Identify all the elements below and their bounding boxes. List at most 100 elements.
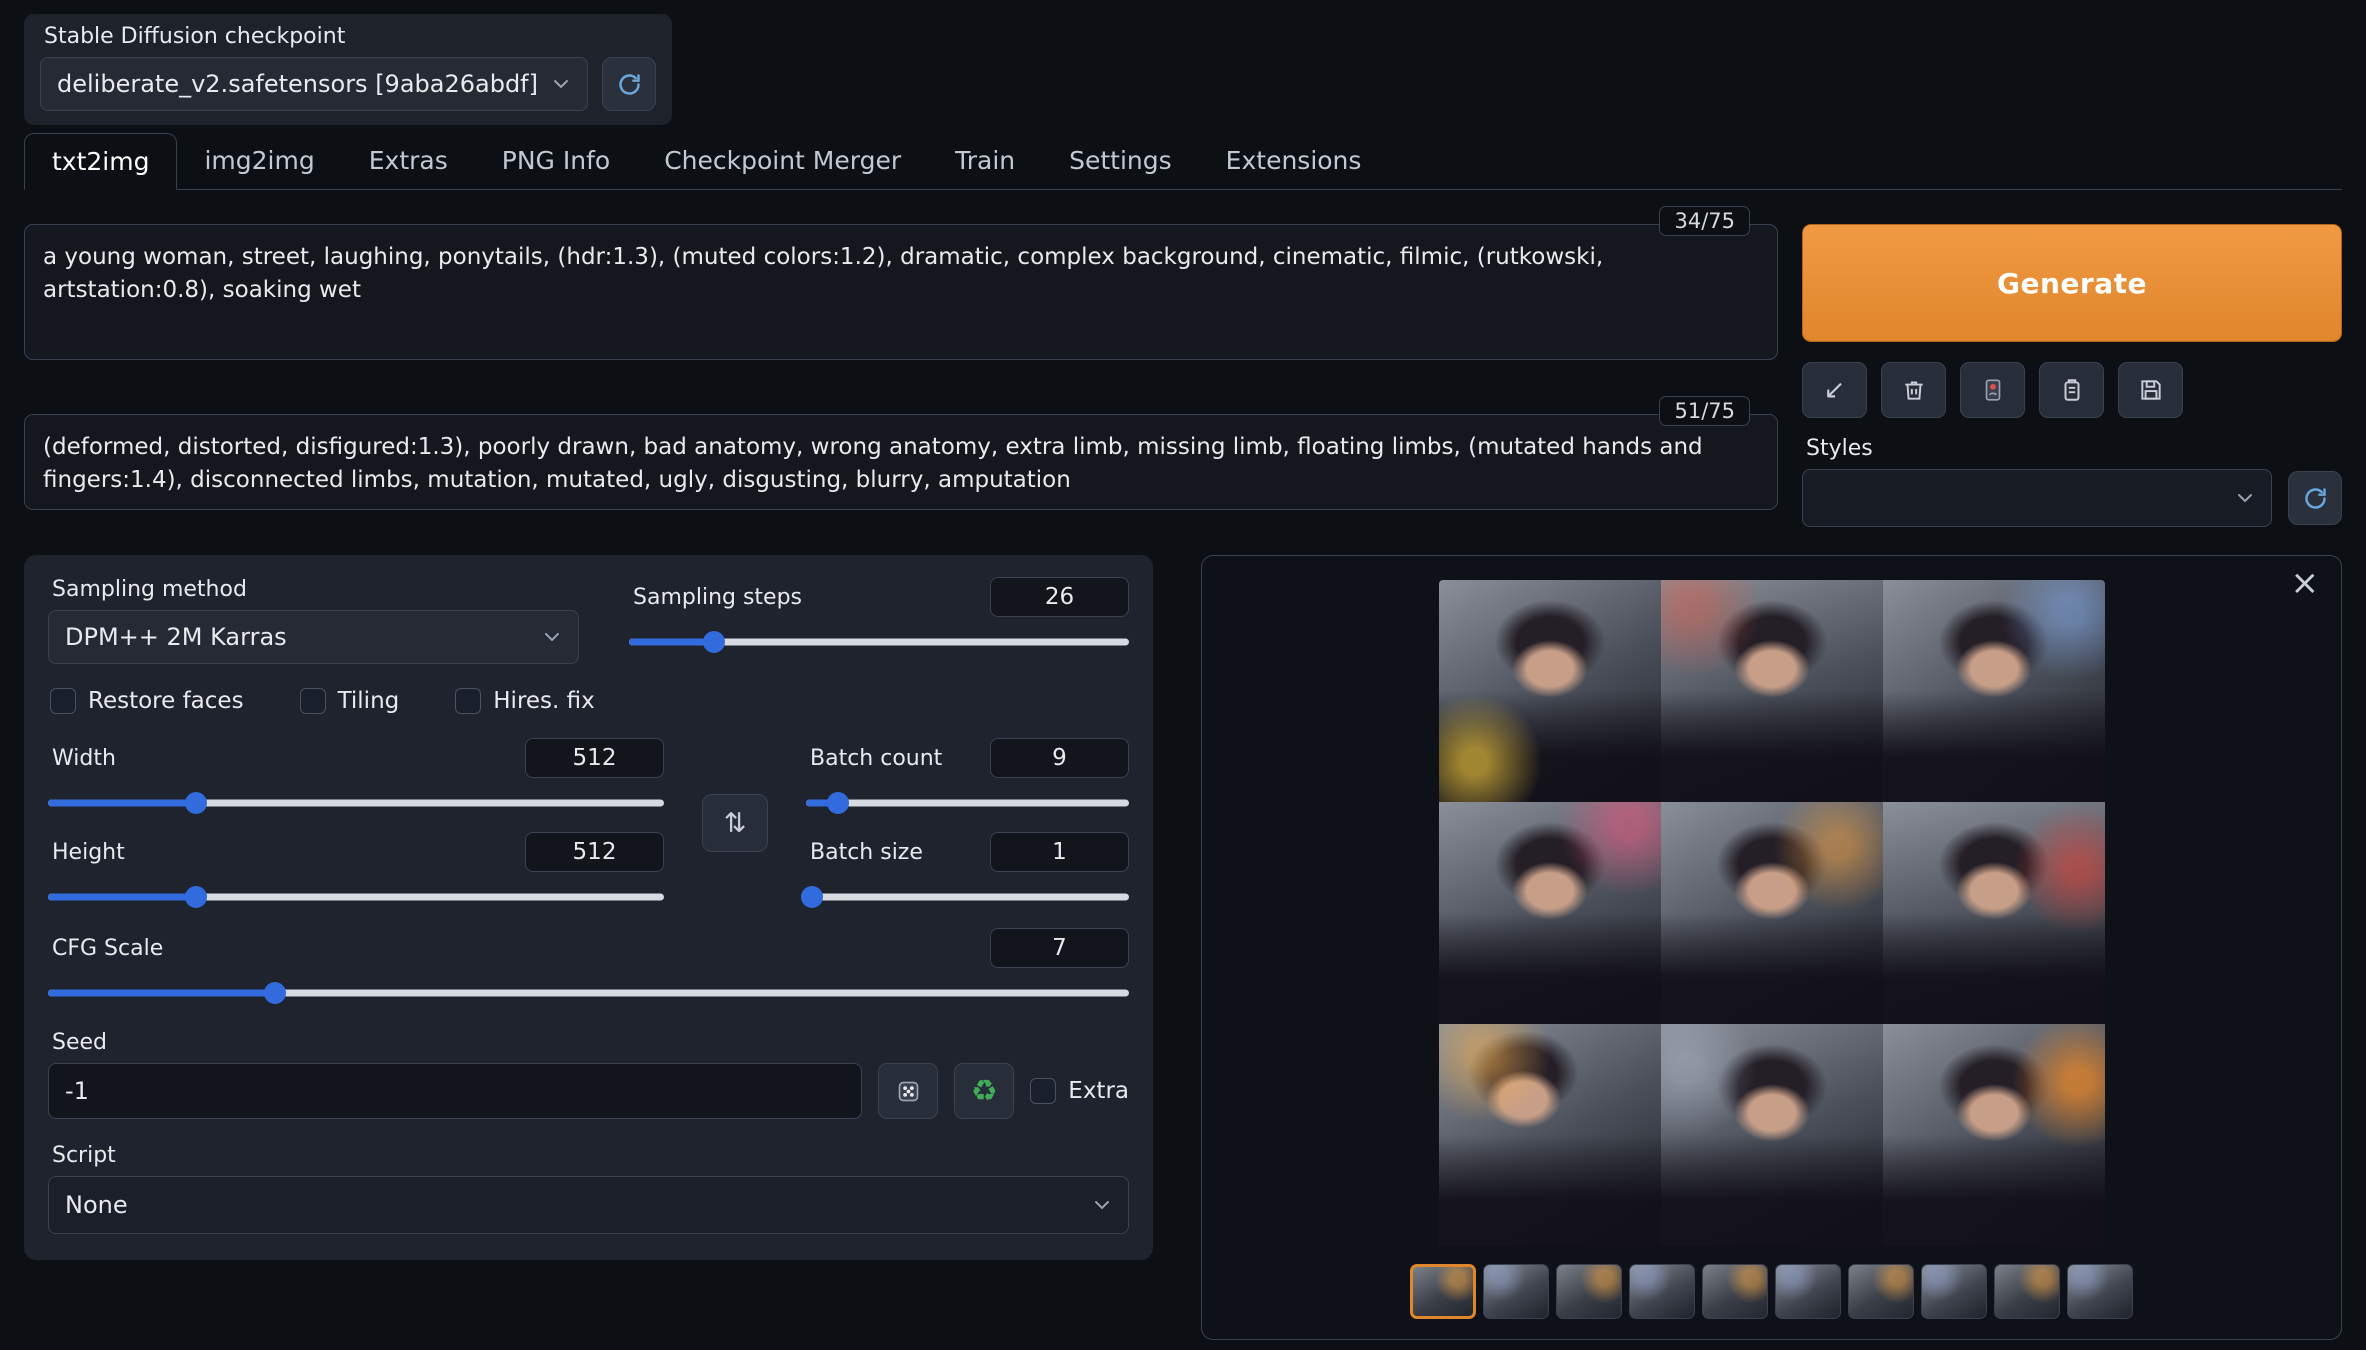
extra-seed-checkbox[interactable]: Extra xyxy=(1030,1078,1129,1104)
checkbox-icon xyxy=(1030,1078,1056,1104)
cfg-scale-input[interactable] xyxy=(990,928,1129,968)
gallery-thumbnail[interactable] xyxy=(1702,1264,1768,1319)
gallery-thumbnail[interactable] xyxy=(1629,1264,1695,1319)
tab-checkpoint-merger[interactable]: Checkpoint Merger xyxy=(637,133,928,189)
random-seed-button[interactable] xyxy=(878,1063,938,1119)
sampling-steps-label: Sampling steps xyxy=(633,585,802,610)
checkpoint-refresh-button[interactable] xyxy=(602,57,656,111)
gallery-thumbnail[interactable] xyxy=(1848,1264,1914,1319)
gallery-cell[interactable] xyxy=(1883,580,2105,802)
hires-fix-label: Hires. fix xyxy=(493,688,595,714)
cfg-scale-slider[interactable] xyxy=(48,982,1129,1004)
tiling-checkbox[interactable]: Tiling xyxy=(300,688,400,714)
save-style-button[interactable] xyxy=(2118,362,2183,418)
gallery-cell[interactable] xyxy=(1439,580,1661,802)
script-label: Script xyxy=(52,1143,1129,1168)
gallery-thumbnail[interactable] xyxy=(1410,1264,1476,1319)
width-label: Width xyxy=(52,746,116,771)
negative-token-counter: 51/75 xyxy=(1659,396,1750,426)
trash-icon xyxy=(1901,377,1927,403)
sampling-steps-input[interactable] xyxy=(990,577,1129,617)
sampling-method-value: DPM++ 2M Karras xyxy=(65,623,287,651)
gallery-thumbnail[interactable] xyxy=(2067,1264,2133,1319)
script-value: None xyxy=(65,1191,128,1219)
batch-size-input[interactable] xyxy=(990,832,1129,872)
gallery-cell[interactable] xyxy=(1883,1024,2105,1246)
chevron-down-icon xyxy=(1090,1193,1114,1217)
tiling-label: Tiling xyxy=(338,688,400,714)
arrow-down-left-icon: ↙ xyxy=(1824,375,1846,405)
checkpoint-dropdown[interactable]: deliberate_v2.safetensors [9aba26abdf] xyxy=(40,57,588,111)
tab-png-info[interactable]: PNG Info xyxy=(475,133,637,189)
checkbox-icon xyxy=(300,688,326,714)
batch-count-input[interactable] xyxy=(990,738,1129,778)
apply-styles-button[interactable] xyxy=(2039,362,2104,418)
width-slider[interactable] xyxy=(48,792,664,814)
restore-faces-checkbox[interactable]: Restore faces xyxy=(50,688,244,714)
extra-networks-button[interactable] xyxy=(1960,362,2025,418)
styles-refresh-button[interactable] xyxy=(2288,471,2342,525)
refresh-icon xyxy=(2302,485,2329,512)
script-dropdown[interactable]: None xyxy=(48,1176,1129,1234)
tab-txt2img[interactable]: txt2img xyxy=(24,133,177,190)
refresh-icon xyxy=(616,71,643,98)
gallery-thumbnail[interactable] xyxy=(1483,1264,1549,1319)
extra-label: Extra xyxy=(1068,1078,1129,1104)
gallery-thumbnail[interactable] xyxy=(1556,1264,1622,1319)
dice-icon xyxy=(895,1078,922,1105)
prompt-token-counter: 34/75 xyxy=(1659,206,1750,236)
output-gallery-panel: × xyxy=(1201,555,2342,1340)
gallery-thumbnail-strip xyxy=(1202,1264,2341,1319)
paste-params-button[interactable]: ↙ xyxy=(1802,362,1867,418)
recycle-icon: ♻ xyxy=(971,1074,998,1109)
floppy-icon xyxy=(2138,377,2164,403)
sampling-method-dropdown[interactable]: DPM++ 2M Karras xyxy=(48,610,579,664)
chevron-down-icon xyxy=(540,625,564,649)
height-input[interactable] xyxy=(525,832,664,872)
height-slider[interactable] xyxy=(48,886,664,908)
tab-settings[interactable]: Settings xyxy=(1042,133,1199,189)
gallery-cell[interactable] xyxy=(1661,580,1883,802)
tab-img2img[interactable]: img2img xyxy=(177,133,341,189)
styles-dropdown[interactable] xyxy=(1802,469,2272,527)
generation-settings-panel: Sampling method DPM++ 2M Karras Sampling… xyxy=(24,555,1153,1260)
styles-label: Styles xyxy=(1806,436,2342,461)
gallery-thumbnail[interactable] xyxy=(1994,1264,2060,1319)
checkbox-icon xyxy=(455,688,481,714)
chevron-down-icon xyxy=(2233,486,2257,510)
gallery-thumbnail[interactable] xyxy=(1921,1264,1987,1319)
cfg-scale-label: CFG Scale xyxy=(52,936,163,961)
prompt-textarea[interactable] xyxy=(24,224,1778,360)
width-input[interactable] xyxy=(525,738,664,778)
batch-count-label: Batch count xyxy=(810,746,942,771)
gallery-thumbnail[interactable] xyxy=(1775,1264,1841,1319)
sampling-method-label: Sampling method xyxy=(52,577,579,602)
gallery-cell[interactable] xyxy=(1661,802,1883,1024)
gallery-close-button[interactable]: × xyxy=(2291,566,2320,600)
checkpoint-block: Stable Diffusion checkpoint deliberate_v… xyxy=(24,14,672,125)
tab-train[interactable]: Train xyxy=(928,133,1042,189)
seed-input[interactable] xyxy=(48,1063,862,1119)
gallery-cell[interactable] xyxy=(1883,802,2105,1024)
clipboard-icon xyxy=(2059,377,2085,403)
negative-prompt-textarea[interactable] xyxy=(24,414,1778,510)
clear-prompt-button[interactable] xyxy=(1881,362,1946,418)
swap-dimensions-button[interactable]: ⇅ xyxy=(702,794,768,852)
tab-extensions[interactable]: Extensions xyxy=(1199,133,1389,189)
sampling-steps-slider[interactable] xyxy=(629,631,1129,653)
reuse-seed-button[interactable]: ♻ xyxy=(954,1063,1014,1119)
batch-count-slider[interactable] xyxy=(806,792,1129,814)
height-label: Height xyxy=(52,840,125,865)
hires-fix-checkbox[interactable]: Hires. fix xyxy=(455,688,595,714)
batch-size-slider[interactable] xyxy=(806,886,1129,908)
tab-extras[interactable]: Extras xyxy=(342,133,475,189)
generate-button[interactable]: Generate xyxy=(1802,224,2342,342)
batch-size-label: Batch size xyxy=(810,840,923,865)
gallery-cell[interactable] xyxy=(1439,1024,1661,1246)
checkpoint-value: deliberate_v2.safetensors [9aba26abdf] xyxy=(57,70,538,98)
main-tabs: txt2img img2img Extras PNG Info Checkpoi… xyxy=(24,133,2342,190)
gallery-cell[interactable] xyxy=(1661,1024,1883,1246)
restore-faces-label: Restore faces xyxy=(88,688,244,714)
seed-label: Seed xyxy=(52,1030,1129,1055)
gallery-cell[interactable] xyxy=(1439,802,1661,1024)
